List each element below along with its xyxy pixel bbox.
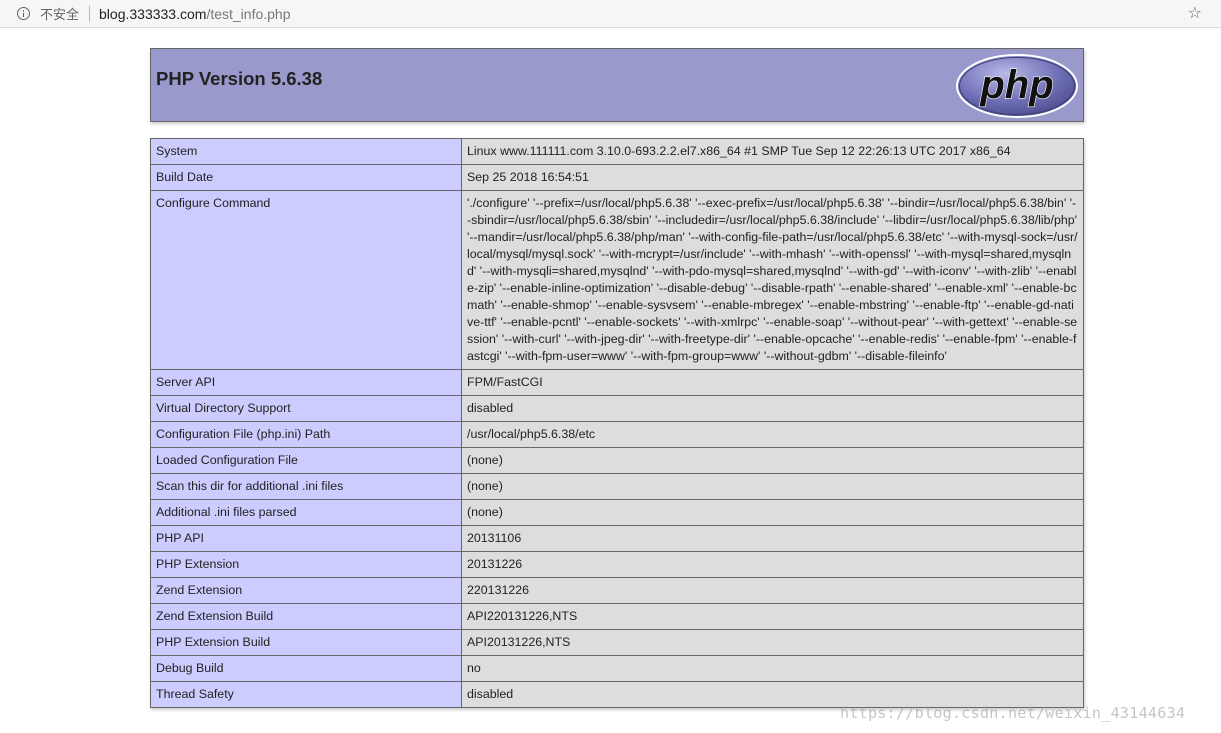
table-row: Loaded Configuration File (none) [150, 447, 1084, 474]
row-key: Configure Command [150, 190, 462, 370]
row-key: PHP Extension Build [150, 629, 462, 656]
row-value: 20131226 [461, 551, 1084, 578]
row-value: 20131106 [461, 525, 1084, 552]
row-value: Linux www.111111.com 3.10.0-693.2.2.el7.… [461, 138, 1084, 165]
row-value: API220131226,NTS [461, 603, 1084, 630]
table-row: Additional .ini files parsed (none) [150, 499, 1084, 526]
row-key: Thread Safety [150, 681, 462, 708]
row-key: PHP API [150, 525, 462, 552]
row-key: PHP Extension [150, 551, 462, 578]
row-key: Server API [150, 369, 462, 396]
url-path[interactable]: /test_info.php [206, 6, 290, 22]
url-host[interactable]: blog.333333.com [99, 6, 206, 22]
table-row: PHP Extension 20131226 [150, 551, 1084, 578]
star-icon[interactable]: ☆ [1188, 4, 1202, 22]
table-row: Virtual Directory Support disabled [150, 395, 1084, 422]
table-row: Configuration File (php.ini) Path/usr/lo… [150, 421, 1084, 448]
row-key: Additional .ini files parsed [150, 499, 462, 526]
row-key: Virtual Directory Support [150, 395, 462, 422]
row-value: no [461, 655, 1084, 682]
address-bar[interactable]: 不安全 blog.333333.com/test_info.php ☆ [0, 0, 1221, 28]
row-key: Zend Extension [150, 577, 462, 604]
security-label[interactable]: 不安全 [40, 4, 79, 23]
table-row: Zend Extension 220131226 [150, 577, 1084, 604]
table-row: System Linux www.111111.com 3.10.0-693.2.… [150, 138, 1084, 165]
table-row: PHP Extension Build API20131226,NTS [150, 629, 1084, 656]
row-value: 220131226 [461, 577, 1084, 604]
address-divider [89, 5, 91, 22]
watermark: https://blog.csdn.net/weixin_43144634 [840, 704, 1186, 722]
row-key: Scan this dir for additional .ini files [150, 473, 462, 500]
row-key: Build Date [150, 164, 462, 191]
table-row: Debug Build no [150, 655, 1084, 682]
row-value: (none) [461, 499, 1084, 526]
row-value: (none) [461, 447, 1084, 474]
table-row: Zend Extension Build API220131226,NTS [150, 603, 1084, 630]
row-value: FPM/FastCGI [461, 369, 1084, 396]
row-key: Zend Extension Build [150, 603, 462, 630]
row-key: Configuration File (php.ini) Path [150, 421, 462, 448]
table-row: Build Date Sep 25 2018 16:54:51 [150, 164, 1084, 191]
row-key: System [150, 138, 462, 165]
row-value: './configure' '--prefix=/usr/local/php5.… [461, 190, 1084, 370]
row-value: API20131226,NTS [461, 629, 1084, 656]
row-key: Loaded Configuration File [150, 447, 462, 474]
php-header: PHP Version 5.6.38 php [150, 48, 1084, 122]
info-table-body: System Linux www.111111.com 3.10.0-693.2.… [150, 138, 1084, 708]
table-row: Scan this dir for additional .ini files(… [150, 473, 1084, 500]
row-value: Sep 25 2018 16:54:51 [461, 164, 1084, 191]
php-logo-text: php [979, 63, 1053, 107]
page-title: PHP Version 5.6.38 [156, 68, 323, 89]
row-value: /usr/local/php5.6.38/etc [461, 421, 1084, 448]
table-row: Server API FPM/FastCGI [150, 369, 1084, 396]
row-value: disabled [461, 395, 1084, 422]
info-icon[interactable] [17, 7, 30, 20]
table-row: PHP API 20131106 [150, 525, 1084, 552]
row-value: (none) [461, 473, 1084, 500]
table-row: Configure Command './configure' '--prefix… [150, 190, 1084, 370]
info-table: System Linux www.111111.com 3.10.0-693.2.… [150, 138, 1084, 708]
row-key: Debug Build [150, 655, 462, 682]
php-logo[interactable]: php [955, 53, 1079, 119]
